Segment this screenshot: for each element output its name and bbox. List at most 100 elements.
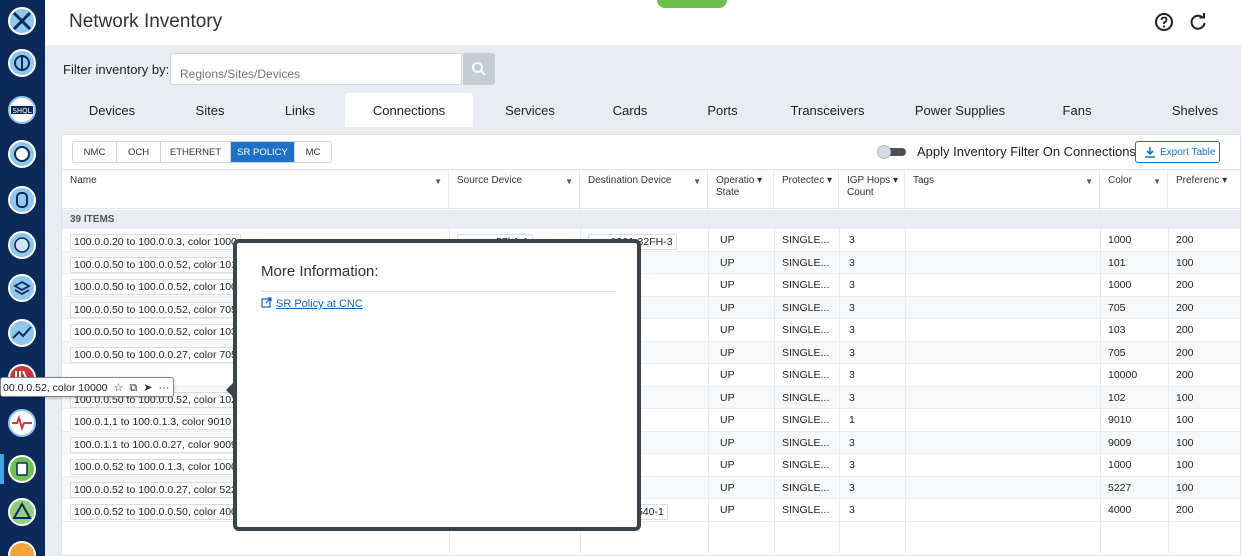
- tab-fans[interactable]: Fans: [1047, 93, 1107, 127]
- cell-protected: SINGLE...: [782, 256, 830, 269]
- cell-protected: SINGLE...: [782, 436, 830, 449]
- inventory-icon[interactable]: [7, 454, 37, 484]
- external-link-icon[interactable]: ⧉: [129, 382, 137, 394]
- cell-color: 705: [1108, 301, 1126, 314]
- tab-cards[interactable]: Cards: [590, 93, 670, 127]
- cell-protected: SINGLE...: [782, 234, 830, 246]
- nav-icon-4[interactable]: [7, 185, 37, 215]
- cell-igp: 3: [849, 391, 855, 404]
- cell-protected: SINGLE...: [782, 279, 830, 291]
- layers-icon[interactable]: [7, 273, 37, 303]
- export-table-button[interactable]: Export Table: [1135, 141, 1220, 163]
- tab-power-supplies[interactable]: Power Supplies: [905, 93, 1015, 127]
- shql-icon[interactable]: SHQL: [7, 95, 37, 125]
- cell-color: 705: [1108, 346, 1126, 359]
- cell-state: UP: [720, 279, 735, 291]
- nav-icon-3[interactable]: [7, 139, 37, 169]
- cell-igp: 3: [849, 234, 855, 246]
- star-icon[interactable]: ☆: [114, 382, 124, 394]
- cell-name: 100.0.0.52 to 100.0.0.50, color 4000: [70, 499, 247, 521]
- filter-label: Filter inventory by:: [63, 62, 170, 77]
- nav-icon-1[interactable]: [7, 48, 37, 78]
- hover-name-chip[interactable]: 00.0.0.52, color 10000 ☆ ⧉ ➤ ···: [0, 377, 175, 397]
- cell-color: 5227: [1108, 481, 1132, 494]
- filter-bar: Filter inventory by:: [45, 45, 1241, 93]
- monitor-icon[interactable]: [7, 408, 37, 438]
- segment-control: NMC OCH ETHERNET SR POLICY MC: [72, 141, 332, 163]
- cell-color: 1000: [1108, 459, 1132, 471]
- locate-icon[interactable]: ➤: [143, 382, 152, 394]
- cell-state: UP: [720, 504, 735, 516]
- col-header-state[interactable]: Operatio ▾ State: [708, 170, 774, 210]
- download-icon: [1145, 147, 1155, 158]
- sr-policy-link[interactable]: SR Policy at CNC: [261, 297, 363, 310]
- cell-state: UP: [720, 234, 735, 246]
- svg-text:SHQL: SHQL: [12, 107, 31, 115]
- cell-pref: 200: [1176, 301, 1194, 314]
- divider: [261, 291, 616, 292]
- export-label: Export Table: [1160, 147, 1216, 158]
- chevron-down-icon: ▼: [693, 177, 701, 186]
- cell-name: 100.0.0.20 to 100.0.0.3, color 1000: [70, 229, 241, 251]
- tab-services[interactable]: Services: [485, 93, 575, 127]
- cell-pref: 200: [1176, 369, 1194, 381]
- tab-links[interactable]: Links: [260, 93, 340, 127]
- search-button[interactable]: [463, 53, 495, 85]
- chevron-down-icon: ▼: [1085, 177, 1093, 186]
- cell-protected: SINGLE...: [782, 504, 830, 516]
- tab-shelves[interactable]: Shelves: [1155, 93, 1235, 127]
- cell-color: 103: [1108, 324, 1126, 336]
- inventory-filter-toggle[interactable]: [877, 145, 907, 159]
- triangle-icon[interactable]: [7, 497, 37, 527]
- help-circle-icon[interactable]: [1153, 11, 1175, 33]
- header: Network Inventory: [45, 0, 1241, 45]
- cell-name: 100.0.0.52 to 100.0.1.3, color 1000: [70, 454, 241, 476]
- cell-igp: 3: [849, 436, 855, 449]
- segment-nmc[interactable]: NMC: [73, 142, 117, 162]
- cell-name: 100.0.0.52 to 100.0.0.27, color 5227: [70, 477, 247, 499]
- cell-protected: SINGLE...: [782, 346, 830, 359]
- col-header-source[interactable]: Source Device ▼: [449, 170, 580, 210]
- trend-icon[interactable]: [7, 318, 37, 348]
- cell-name: 100.0.0.50 to 100.0.0.52, color 101: [70, 252, 241, 274]
- cell-igp: 3: [849, 256, 855, 269]
- tab-devices[interactable]: Devices: [67, 93, 157, 127]
- cell-protected: SINGLE...: [782, 481, 830, 494]
- tab-sites[interactable]: Sites: [170, 93, 250, 127]
- cell-name: 100.0.1.1 to 100.0.0.27, color 9009: [70, 432, 241, 454]
- nav-icon-13[interactable]: [7, 540, 37, 556]
- refresh-icon[interactable]: [1187, 11, 1209, 33]
- col-header-preference[interactable]: Preferenc ▾: [1168, 170, 1240, 210]
- segment-ethernet[interactable]: ETHERNET: [161, 142, 231, 162]
- col-header-tags[interactable]: Tags ▼: [905, 170, 1100, 210]
- col-header-igp[interactable]: IGP Hops ▾ Count: [839, 170, 905, 210]
- more-icon[interactable]: ···: [158, 382, 169, 394]
- tab-ports[interactable]: Ports: [685, 93, 760, 127]
- col-header-destination[interactable]: Destination Device ▼: [580, 170, 708, 210]
- cell-protected: SINGLE...: [782, 391, 830, 404]
- cell-name: 100.0.1.1 to 100.0.1.3, color 9010: [70, 409, 236, 431]
- cell-pref: 200: [1176, 234, 1194, 246]
- segment-och[interactable]: OCH: [117, 142, 161, 162]
- segment-sr-policy[interactable]: SR POLICY: [231, 142, 295, 162]
- cell-state: UP: [720, 459, 735, 471]
- table-header: Name ▼ Source Device ▼ Destination Device ▼…: [62, 169, 1240, 210]
- home-icon[interactable]: [7, 6, 37, 36]
- cell-pref: 200: [1176, 324, 1194, 336]
- cell-protected: SINGLE...: [782, 301, 830, 314]
- cell-color: 1000: [1108, 234, 1132, 246]
- nav-icon-5[interactable]: [7, 230, 37, 260]
- col-header-protected[interactable]: Protectec ▾: [774, 170, 839, 210]
- status-pill: [657, 0, 727, 8]
- tab-bar: Devices Sites Links Connections Services…: [45, 93, 1241, 127]
- filter-input[interactable]: [170, 53, 462, 85]
- col-header-color[interactable]: Color ▼: [1100, 170, 1168, 210]
- cell-state: UP: [720, 391, 735, 404]
- active-indicator: [0, 454, 4, 484]
- cell-igp: 3: [849, 481, 855, 494]
- tab-connections[interactable]: Connections: [345, 93, 473, 127]
- col-header-name[interactable]: Name ▼: [62, 170, 449, 210]
- chevron-down-icon: ▼: [1153, 177, 1161, 186]
- tab-transceivers[interactable]: Transceivers: [780, 93, 875, 127]
- segment-mc[interactable]: MC: [295, 142, 331, 162]
